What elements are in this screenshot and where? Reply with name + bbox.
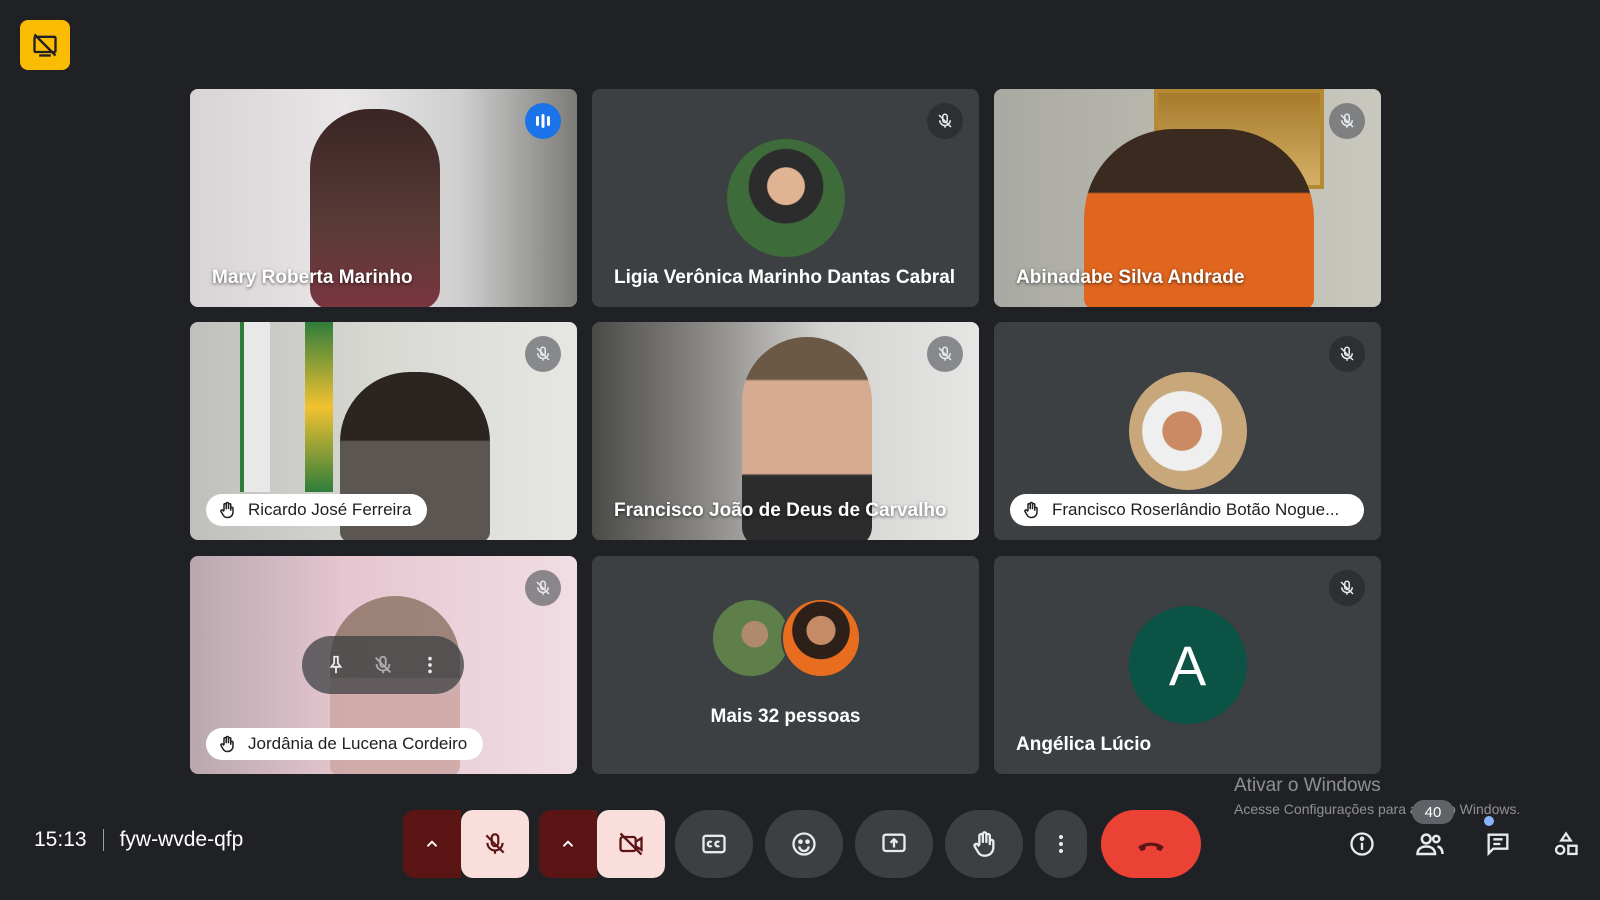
pin-icon[interactable]	[325, 654, 347, 676]
video-options-button[interactable]	[539, 810, 597, 878]
mic-off-icon	[485, 833, 505, 854]
meeting-code[interactable]: fyw-wvde-qfp	[120, 828, 244, 852]
audio-options-button[interactable]	[403, 810, 461, 878]
participant-avatar	[780, 598, 861, 678]
captions-icon	[702, 834, 726, 854]
mic-toggle-button[interactable]	[461, 810, 529, 878]
participant-tile[interactable]: Francisco Roserlândio Botão Nogue...	[994, 322, 1381, 540]
participant-avatar	[726, 139, 845, 257]
more-people-avatars	[710, 598, 861, 678]
raise-hand-icon	[1024, 501, 1038, 519]
more-options-icon[interactable]	[419, 654, 441, 676]
call-controls	[403, 810, 1201, 878]
participant-name: Angélica Lúcio	[1016, 734, 1152, 755]
participant-letter-avatar: A	[1128, 606, 1247, 724]
mic-off-icon	[927, 103, 963, 139]
participant-name: Francisco João de Deus de Carvalho	[614, 500, 947, 521]
present-screen-button[interactable]	[855, 810, 933, 878]
participant-tile[interactable]: Francisco João de Deus de Carvalho	[592, 322, 979, 540]
mic-off-icon	[525, 336, 561, 372]
mic-off-icon	[525, 570, 561, 606]
chat-icon	[1487, 833, 1509, 857]
participant-name: Jordânia de Lucena Cordeiro	[248, 734, 468, 753]
activities-icon	[1554, 831, 1578, 856]
mic-off-icon	[1329, 103, 1365, 139]
participant-name: Ligia Verônica Marinho Dantas Cabral	[614, 267, 956, 288]
participant-tile[interactable]: Jordânia de Lucena Cordeiro	[190, 556, 577, 774]
end-call-icon	[1138, 842, 1164, 852]
flag	[240, 322, 270, 492]
participant-tile[interactable]: Abinadabe Silva Andrade	[994, 89, 1381, 307]
camera-toggle-button[interactable]	[597, 810, 665, 878]
speaking-indicator-icon	[525, 103, 561, 139]
watermark-title: Ativar o Windows	[1234, 775, 1381, 796]
participant-tile[interactable]: Mary Roberta Marinho	[190, 89, 577, 307]
participant-avatar	[1128, 372, 1247, 490]
camera-off-icon	[619, 832, 643, 856]
camera-control-group	[539, 810, 665, 878]
participant-name: Abinadabe Silva Andrade	[1016, 267, 1245, 288]
windows-activation-watermark: Ativar o Windows Acesse Configurações pa…	[1234, 775, 1520, 817]
tile-hover-controls	[302, 636, 464, 694]
raise-hand-icon	[973, 831, 995, 857]
raised-hand-name-pill: Jordânia de Lucena Cordeiro	[206, 728, 484, 760]
meeting-info: 15:13 fyw-wvde-qfp	[34, 828, 243, 852]
flag	[305, 322, 333, 492]
participant-tile[interactable]: A Angélica Lúcio	[994, 556, 1381, 774]
mic-control-group	[403, 810, 529, 878]
participant-name: Mary Roberta Marinho	[212, 267, 413, 288]
presentation-badge[interactable]	[20, 20, 70, 70]
captions-button[interactable]	[675, 810, 753, 878]
chevron-up-icon	[426, 840, 438, 847]
raise-hand-icon	[220, 501, 234, 519]
participants-count-badge: 40	[1412, 800, 1454, 824]
present-screen-icon	[882, 833, 906, 853]
chat-button[interactable]	[1464, 826, 1532, 862]
participant-tile[interactable]: Ricardo José Ferreira	[190, 322, 577, 540]
mic-off-icon	[927, 336, 963, 372]
more-options-icon	[1059, 835, 1063, 853]
people-button[interactable]	[1396, 826, 1464, 862]
meeting-time: 15:13	[34, 828, 87, 851]
emoji-icon	[792, 832, 816, 856]
more-people-label: Mais 32 pessoas	[710, 706, 861, 727]
people-icon	[1416, 833, 1444, 856]
raise-hand-icon	[220, 735, 234, 753]
participant-name: Ricardo José Ferreira	[248, 500, 412, 519]
mic-off-icon	[1329, 336, 1365, 372]
end-call-button[interactable]	[1101, 810, 1201, 878]
chevron-up-icon	[562, 840, 574, 847]
side-panel-buttons	[1328, 826, 1600, 862]
presentation-off-icon	[33, 33, 57, 57]
raised-hand-name-pill: Ricardo José Ferreira	[206, 494, 428, 526]
reactions-button[interactable]	[765, 810, 843, 878]
participant-name: Francisco Roserlândio Botão Nogue...	[1052, 500, 1340, 519]
more-people-tile[interactable]: Mais 32 pessoas	[592, 556, 979, 774]
more-options-button[interactable]	[1035, 810, 1087, 878]
participant-avatar	[710, 598, 791, 678]
info-icon	[1350, 832, 1374, 856]
mute-participant-icon[interactable]	[372, 654, 394, 676]
activities-button[interactable]	[1532, 826, 1600, 862]
mic-off-icon	[1329, 570, 1365, 606]
meeting-details-button[interactable]	[1328, 826, 1396, 862]
divider	[102, 829, 104, 851]
raise-hand-button[interactable]	[945, 810, 1023, 878]
raised-hand-name-pill: Francisco Roserlândio Botão Nogue...	[1010, 494, 1364, 526]
watermark-subtitle: Acesse Configurações para ativar o Windo…	[1234, 801, 1521, 817]
chat-notification-dot	[1484, 816, 1494, 826]
participant-tile[interactable]: Ligia Verônica Marinho Dantas Cabral	[592, 89, 979, 307]
